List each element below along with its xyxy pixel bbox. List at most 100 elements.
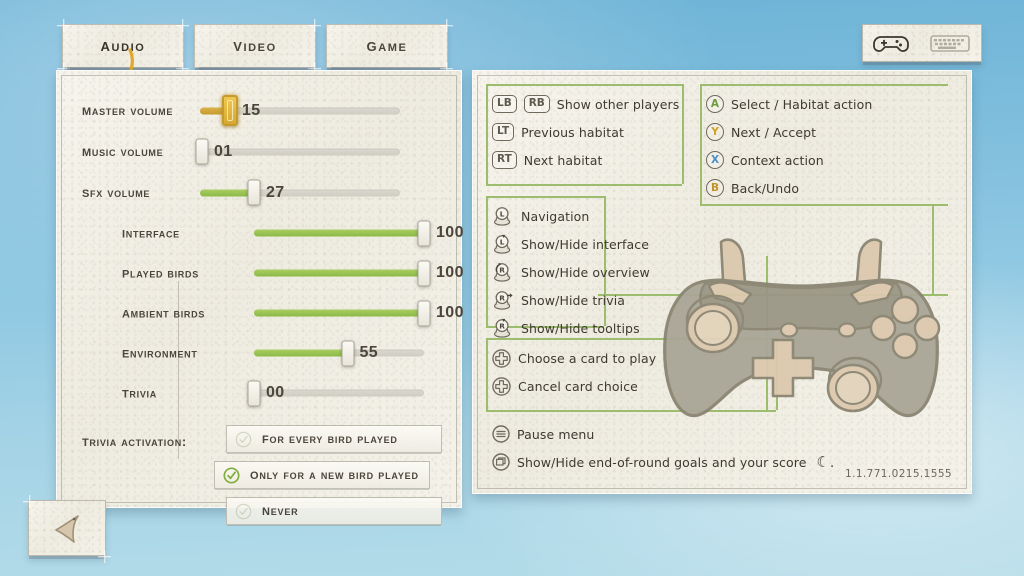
control-mapping-label: Show/Hide tooltips	[521, 320, 640, 336]
trivia-option[interactable]: Never	[226, 497, 442, 525]
input-device-toggle[interactable]	[862, 24, 982, 62]
control-mapping-row: LB RB Show other players	[492, 90, 679, 118]
back-arrow-icon[interactable]	[47, 511, 87, 545]
slider-handle[interactable]	[417, 300, 431, 326]
tab-game-label: Game	[366, 35, 408, 56]
corner-sparkle-icon	[57, 19, 70, 32]
slider-track[interactable]	[254, 300, 431, 326]
control-mapping-label: Back/Undo	[731, 180, 800, 196]
svg-text:R: R	[499, 322, 505, 331]
slider-track[interactable]	[200, 179, 400, 206]
slider-label: Environment	[122, 344, 198, 362]
control-mapping-label: Pause menu	[517, 426, 595, 442]
slider-row[interactable]: SFX volume 27	[78, 172, 440, 213]
controller-layout-panel: 1.1.771.0215.1555 LB RB Show other players…	[472, 70, 972, 494]
guide-line	[700, 84, 702, 204]
slider-value: 01	[214, 142, 233, 160]
control-mapping-row: Cancel card choice	[492, 372, 656, 400]
slider-row[interactable]: Interface 100	[78, 213, 464, 253]
keyboard-icon[interactable]	[929, 31, 971, 55]
control-mapping-row: R Show/Hide tooltips	[492, 314, 650, 342]
checkmark-empty-icon	[235, 503, 252, 520]
slider-handle[interactable]	[417, 260, 431, 286]
trivia-activation-label: Trivia activation:	[82, 433, 187, 450]
slider-value: 100	[436, 224, 464, 241]
slider-row[interactable]: Music volume 01	[78, 131, 440, 172]
trivia-option[interactable]: For every bird played	[226, 425, 442, 453]
control-mapping-label: Next habitat	[523, 152, 603, 168]
tab-video[interactable]: Video	[194, 24, 316, 71]
crescent-moon-icon: ☾.	[816, 454, 835, 471]
slider-row[interactable]: Ambient birds 100	[78, 293, 464, 333]
slider-label: Ambient birds	[122, 304, 206, 322]
control-mapping-row: Y Next / Accept	[706, 118, 872, 146]
control-mapping-row: X Context action	[706, 146, 872, 174]
control-mapping-label: Select / Habitat action	[731, 96, 873, 112]
slider-label: Music volume	[82, 142, 164, 160]
corner-sparkle-icon	[440, 19, 453, 32]
dpad-group: Choose a card to play Cancel card choice	[492, 344, 656, 400]
slider-track[interactable]	[254, 340, 424, 366]
tab-game[interactable]: Game	[326, 24, 448, 71]
control-mapping-row: A Select / Habitat action	[706, 90, 872, 118]
corner-sparkle-icon	[98, 550, 111, 563]
slider-value: 100	[436, 304, 464, 321]
control-mapping-row: L Show/Hide interface	[492, 230, 650, 258]
slider-value: 55	[359, 344, 379, 361]
back-button[interactable]	[28, 500, 106, 556]
trivia-option-label: Only for a new bird played	[250, 466, 419, 483]
guide-line	[486, 196, 604, 198]
slider-row[interactable]: Trivia 00	[78, 373, 440, 413]
slider-row[interactable]: Environment 55	[78, 333, 440, 373]
control-mapping-label: Show/Hide interface	[521, 236, 650, 252]
analog-stick-r-icon: R	[492, 317, 514, 339]
slider-handle[interactable]	[247, 179, 261, 206]
guide-line	[486, 338, 488, 410]
dpad-icon	[492, 348, 511, 368]
control-mapping-row: Show/Hide end-of-round goals and your sc…	[492, 448, 834, 476]
slider-label: Trivia	[122, 384, 157, 402]
slider-value: 27	[266, 183, 285, 201]
button-glyph-y: Y	[706, 123, 724, 141]
button-glyph-x: X	[706, 151, 724, 169]
trivia-option[interactable]: Only for a new bird played	[214, 461, 430, 489]
view-button-icon	[492, 453, 510, 471]
control-mapping-row: Pause menu	[492, 420, 834, 448]
checkmark-selected-icon	[223, 466, 240, 484]
slider-label: SFX volume	[82, 183, 151, 201]
analog-sticks-group: L Navigation L Show/Hide interface R Show/Hid…	[492, 202, 650, 342]
slider-fill	[254, 349, 348, 357]
gamepad-icon[interactable]	[873, 31, 909, 55]
slider-handle[interactable]	[195, 138, 209, 165]
button-glyph-a: A	[706, 95, 724, 113]
slider-value: 00	[266, 384, 285, 401]
corner-sparkle-icon	[176, 19, 189, 32]
slider-handle[interactable]	[417, 220, 431, 246]
analog-stick-r-icon: R	[492, 289, 514, 311]
svg-text:R: R	[499, 266, 505, 275]
svg-text:L: L	[500, 238, 505, 247]
slider-handle[interactable]	[341, 340, 354, 366]
slider-handle[interactable]	[247, 380, 261, 406]
slider-track[interactable]	[254, 220, 431, 246]
face-buttons-group: A Select / Habitat action Y Next / Accept X C…	[706, 90, 872, 202]
guide-line	[486, 196, 488, 326]
trivia-activation-group: Trivia activation: For every bird played O…	[78, 425, 442, 545]
corner-sparkle-icon	[23, 495, 36, 508]
shoulder-triggers-group: LB RB Show other players LT Previous habitat…	[492, 90, 679, 174]
control-mapping-label: Choose a card to play	[518, 350, 657, 366]
analog-stick-l-icon: L	[492, 233, 514, 255]
slider-track[interactable]	[254, 260, 431, 286]
slider-row[interactable]: Master volume 15	[78, 90, 440, 131]
slider-value: 15	[242, 101, 261, 119]
slider-handle[interactable]	[222, 95, 238, 126]
trivia-option-label: For every bird played	[262, 430, 398, 447]
button-glyph-rb: RB	[523, 95, 550, 113]
control-mapping-row: R Show/Hide trivia	[492, 286, 650, 314]
slider-track[interactable]	[200, 95, 400, 126]
control-mapping-label: Show/Hide end-of-round goals and your sc…	[517, 454, 807, 470]
guide-line	[486, 84, 682, 86]
control-mapping-row: LT Previous habitat	[492, 118, 679, 146]
slider-row[interactable]: Played birds 100	[78, 253, 464, 293]
control-mapping-label: Context action	[731, 152, 824, 168]
